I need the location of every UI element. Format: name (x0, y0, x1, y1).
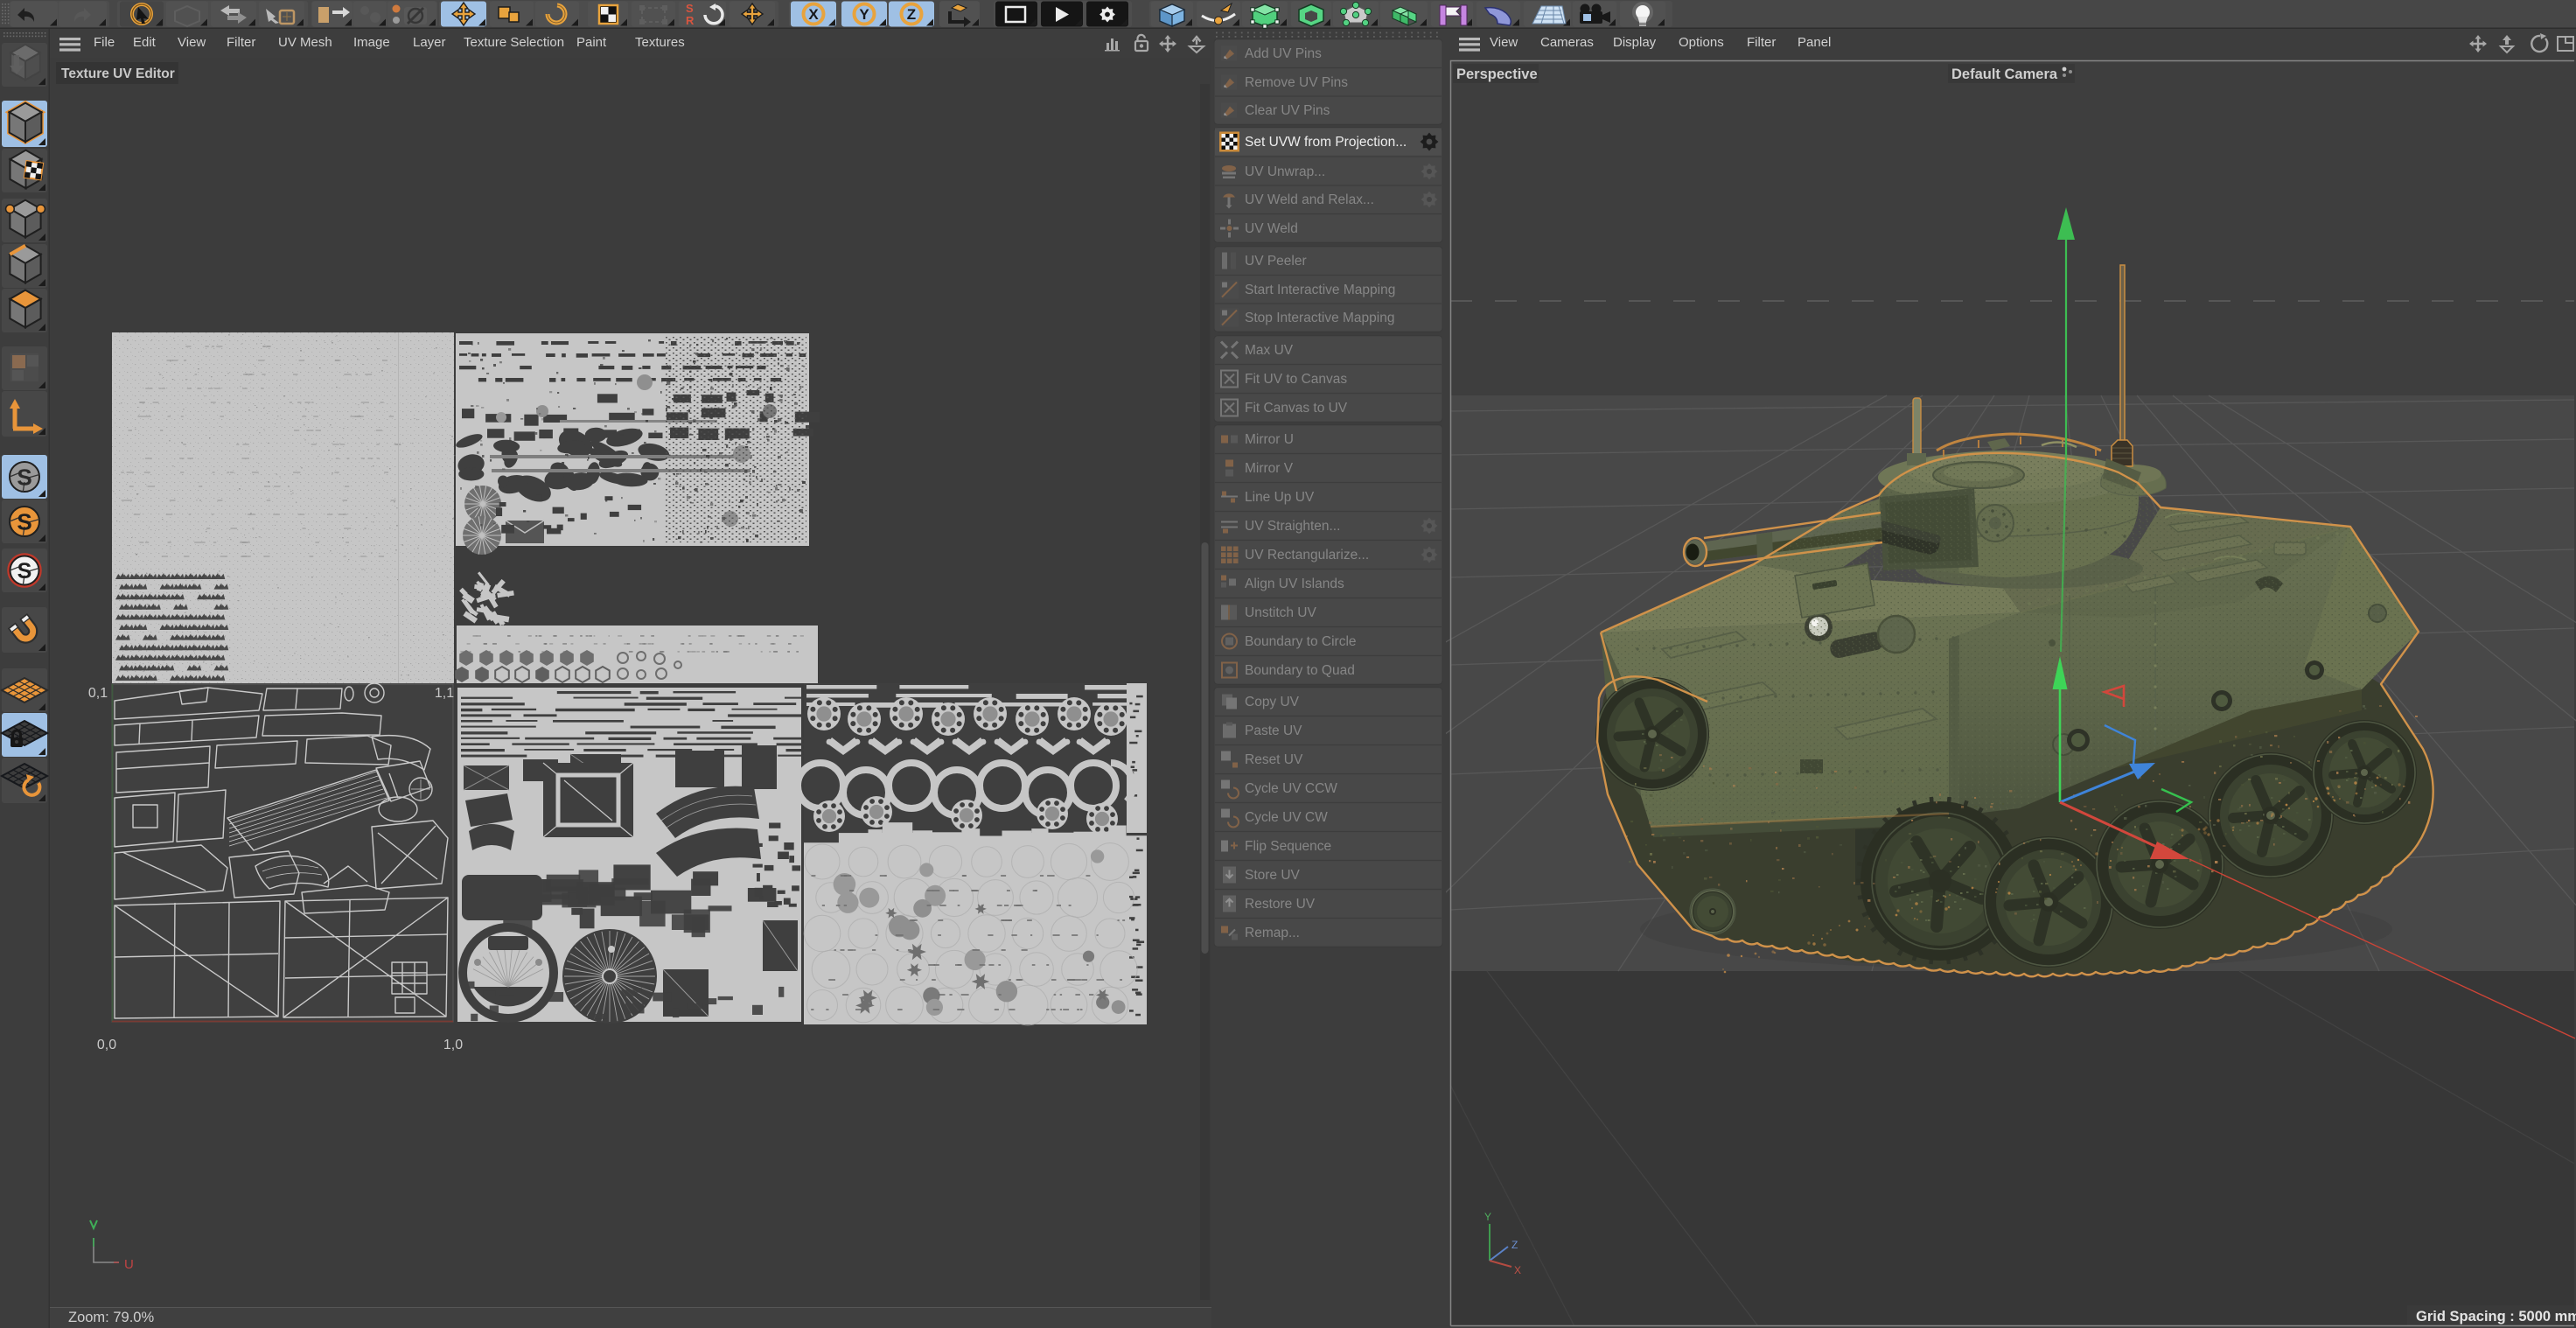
svg-text:Unstitch UV: Unstitch UV (1245, 605, 1316, 620)
svg-text:Y: Y (1484, 1211, 1491, 1223)
svg-text:Reset UV: Reset UV (1245, 752, 1303, 767)
svg-text:Align UV Islands: Align UV Islands (1245, 577, 1344, 591)
svg-text:Perspective: Perspective (1456, 66, 1538, 82)
svg-text:Start Interactive Mapping: Start Interactive Mapping (1245, 283, 1395, 297)
svg-text:Cycle UV CW: Cycle UV CW (1245, 810, 1328, 825)
svg-text:Grid Spacing : 5000 mm: Grid Spacing : 5000 mm (2416, 1309, 2576, 1325)
svg-text:Default Camera: Default Camera (1951, 66, 2058, 82)
svg-text:UV Straighten...: UV Straighten... (1245, 519, 1340, 534)
svg-text:Paste UV: Paste UV (1245, 723, 1302, 738)
svg-text:U: U (124, 1257, 134, 1272)
svg-text:Add UV Pins: Add UV Pins (1245, 46, 1322, 61)
svg-text:X: X (808, 6, 819, 23)
svg-text:Restore UV: Restore UV (1245, 897, 1316, 912)
svg-text:UV Weld and Relax...: UV Weld and Relax... (1245, 192, 1374, 207)
svg-text:UV Peeler: UV Peeler (1245, 254, 1307, 269)
svg-text:Remap...: Remap... (1245, 926, 1300, 940)
svg-text:S: S (17, 464, 31, 490)
svg-text:Boundary to Quad: Boundary to Quad (1245, 663, 1355, 678)
svg-text:S: S (17, 559, 32, 584)
svg-text:S: S (17, 508, 31, 535)
svg-text:Fit UV to Canvas: Fit UV to Canvas (1245, 372, 1347, 387)
svg-text:Line Up UV: Line Up UV (1245, 490, 1315, 505)
svg-text:S: S (686, 2, 694, 15)
svg-text:Store UV: Store UV (1245, 868, 1301, 883)
svg-text:Flip Sequence: Flip Sequence (1245, 839, 1331, 854)
svg-text:0,1: 0,1 (88, 686, 108, 701)
svg-text:Z: Z (1511, 1239, 1518, 1251)
svg-text:Mirror U: Mirror U (1245, 432, 1294, 447)
svg-text:UV Rectangularize...: UV Rectangularize... (1245, 548, 1369, 563)
svg-text:Set UVW from Projection...: Set UVW from Projection... (1245, 135, 1407, 150)
svg-text:Remove UV Pins: Remove UV Pins (1245, 75, 1348, 90)
svg-text:Mirror V: Mirror V (1245, 461, 1294, 476)
svg-text:0,0: 0,0 (97, 1038, 116, 1052)
svg-text:Boundary to Circle: Boundary to Circle (1245, 634, 1357, 649)
svg-text:Clear UV Pins: Clear UV Pins (1245, 103, 1330, 118)
svg-text:Max UV: Max UV (1245, 343, 1294, 358)
svg-text:Copy UV: Copy UV (1245, 695, 1300, 709)
svg-text:R: R (686, 14, 695, 27)
svg-text:Cycle UV CCW: Cycle UV CCW (1245, 781, 1337, 796)
svg-text:Y: Y (859, 6, 869, 23)
svg-text:Z: Z (907, 6, 916, 23)
svg-text:1,1: 1,1 (435, 686, 454, 701)
svg-text:X: X (1514, 1264, 1521, 1276)
svg-text:1,0: 1,0 (443, 1038, 463, 1052)
svg-text:UV Unwrap...: UV Unwrap... (1245, 164, 1325, 179)
svg-text:Stop Interactive Mapping: Stop Interactive Mapping (1245, 311, 1394, 325)
svg-text:UV Weld: UV Weld (1245, 221, 1298, 236)
svg-text:Fit Canvas to UV: Fit Canvas to UV (1245, 401, 1348, 416)
svg-text:Texture UV Editor: Texture UV Editor (61, 66, 175, 81)
